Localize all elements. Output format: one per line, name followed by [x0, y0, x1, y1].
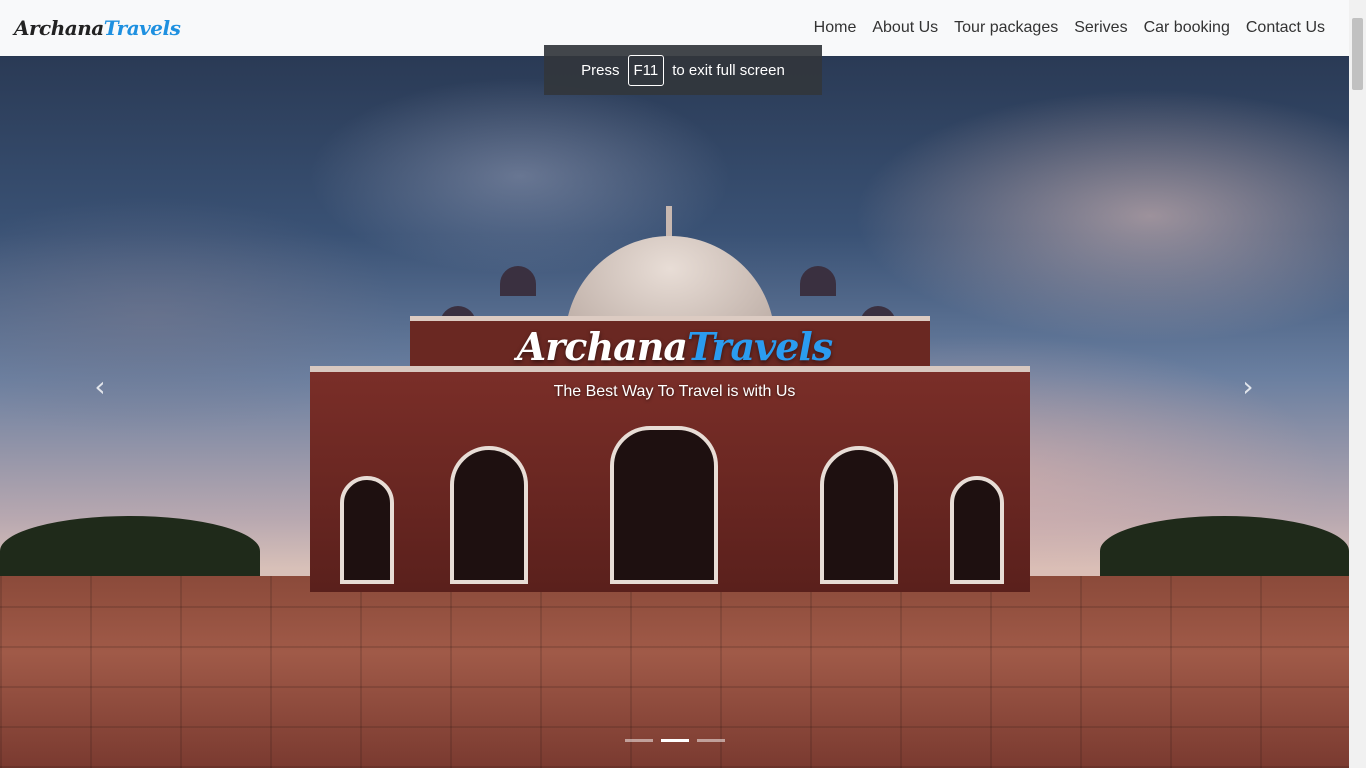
brand-part1: Archana — [14, 16, 104, 40]
monument-kiosk — [800, 266, 836, 296]
page: ArchanaTravels Home About Us Tour packag… — [0, 0, 1366, 768]
nav-services[interactable]: Serives — [1066, 19, 1135, 37]
hero-carousel: ArchanaTravels The Best Way To Travel is… — [0, 56, 1349, 768]
monument-kiosk — [500, 266, 536, 296]
caption-brand-part1: Archana — [516, 324, 688, 369]
caption-brand-part2: Travels — [686, 324, 833, 369]
vertical-scrollbar[interactable] — [1349, 0, 1366, 768]
nav-menu: Home About Us Tour packages Serives Car … — [806, 19, 1333, 37]
carousel-indicator-2[interactable] — [660, 739, 689, 742]
monument-arch — [820, 446, 898, 584]
chevron-left-icon: ‹ — [94, 369, 106, 403]
monument-arch — [340, 476, 394, 584]
caption-tagline: The Best Way To Travel is with Us — [553, 383, 796, 400]
carousel-caption: ArchanaTravels The Best Way To Travel is… — [0, 324, 1349, 401]
carousel-indicator-1[interactable] — [624, 739, 653, 742]
monument-arch — [450, 446, 528, 584]
chevron-right-icon: › — [1242, 369, 1254, 403]
nav-contact-us[interactable]: Contact Us — [1238, 19, 1333, 37]
brand-part2: Travels — [103, 16, 181, 40]
monument-arch — [610, 426, 718, 584]
fullscreen-notice-prefix: Press — [581, 61, 620, 79]
f11-key-badge: F11 — [627, 54, 665, 86]
caption-brand: ArchanaTravels — [0, 324, 1349, 369]
carousel-indicators — [0, 739, 1349, 742]
carousel-next-button[interactable]: › — [1228, 366, 1268, 406]
brand-logo[interactable]: ArchanaTravels — [14, 16, 181, 40]
nav-about-us[interactable]: About Us — [864, 19, 946, 37]
carousel-indicator-3[interactable] — [696, 739, 725, 742]
nav-home[interactable]: Home — [806, 19, 865, 37]
nav-car-booking[interactable]: Car booking — [1136, 19, 1238, 37]
nav-tour-packages[interactable]: Tour packages — [946, 19, 1066, 37]
fullscreen-notice: Press F11 to exit full screen — [544, 45, 822, 95]
scrollbar-thumb[interactable] — [1352, 18, 1363, 90]
monument-arch — [950, 476, 1004, 584]
carousel-prev-button[interactable]: ‹ — [80, 366, 120, 406]
fullscreen-notice-suffix: to exit full screen — [672, 61, 785, 79]
